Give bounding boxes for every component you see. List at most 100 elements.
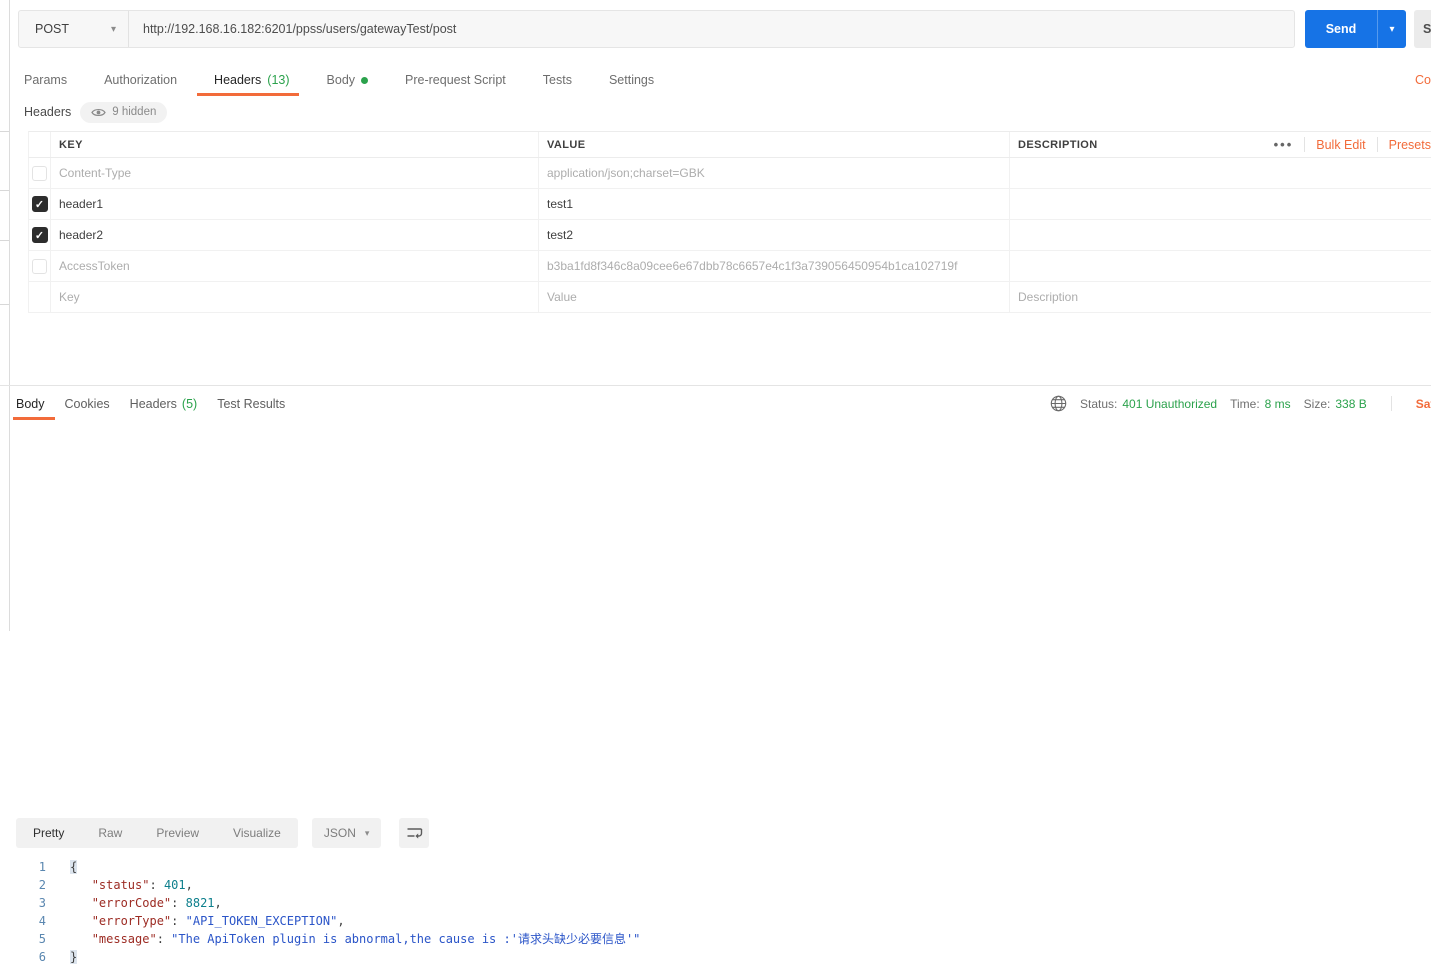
- description-cell[interactable]: Description: [1010, 282, 1431, 312]
- line-content: "errorType": "API_TOKEN_EXCEPTION",: [91, 914, 345, 928]
- divider: [1376, 137, 1378, 152]
- code-line: 3 "errorCode": 8821,: [0, 894, 1431, 912]
- value-cell[interactable]: Value: [539, 282, 1010, 312]
- request-tab-authorization[interactable]: Authorization: [104, 73, 177, 87]
- response-tab-headers[interactable]: Headers (5): [130, 397, 198, 411]
- description-cell[interactable]: [1010, 220, 1431, 250]
- response-tab-cookies[interactable]: Cookies: [65, 397, 110, 411]
- url-input[interactable]: http://192.168.16.182:6201/ppss/users/ga…: [129, 11, 1294, 47]
- header-row: ✓ header1 test1: [28, 189, 1431, 220]
- tab-label: Test Results: [217, 396, 286, 411]
- send-label: Send: [1325, 22, 1357, 36]
- request-tab-headers[interactable]: Headers (13): [196, 73, 300, 96]
- wrap-lines-button[interactable]: [399, 818, 430, 848]
- response-tab-test-results[interactable]: Test Results: [217, 397, 285, 411]
- view-tab-visualize[interactable]: Visualize: [216, 818, 298, 848]
- code-line: 1 {: [0, 858, 1431, 876]
- tab-label: Settings: [608, 73, 655, 87]
- format-select[interactable]: JSON ▾: [311, 818, 382, 848]
- request-tab-tests[interactable]: Tests: [543, 73, 572, 87]
- tab-label: Params: [24, 73, 68, 87]
- tab-label: Headers: [129, 396, 177, 411]
- time-label: Time:: [1230, 396, 1260, 411]
- header-row: ✓ header2 test2: [28, 220, 1431, 251]
- divider: [1304, 137, 1306, 152]
- bulk-edit-link[interactable]: Bulk Edit: [1316, 138, 1365, 152]
- view-tab-raw[interactable]: Raw: [81, 818, 139, 848]
- row-checkbox[interactable]: ✓: [31, 227, 48, 243]
- select-all-cell: [29, 132, 51, 157]
- line-content: "errorCode": 8821,: [91, 896, 222, 910]
- tab-count: (5): [181, 396, 198, 411]
- save-response-button[interactable]: Save Response: [1416, 397, 1431, 411]
- request-tab-settings[interactable]: Settings: [609, 73, 654, 87]
- view-tab-pretty[interactable]: Pretty: [16, 818, 81, 848]
- tab-label: Authorization: [104, 73, 178, 87]
- method-select[interactable]: POST ▾: [19, 11, 129, 47]
- request-tab-pre-request-script[interactable]: Pre-request Script: [405, 73, 506, 87]
- send-options-chevron-down-icon[interactable]: ▾: [1377, 10, 1406, 48]
- header-row: Content-Type application/json;charset=GB…: [28, 158, 1431, 189]
- presets-link[interactable]: Presets: [1389, 138, 1431, 152]
- save-request-button[interactable]: Save: [1414, 10, 1431, 48]
- code-line: 4 "errorType": "API_TOKEN_EXCEPTION",: [0, 912, 1431, 930]
- key-cell[interactable]: Content-Type: [51, 158, 539, 188]
- row-checkbox[interactable]: ✓: [31, 196, 48, 212]
- key-cell[interactable]: header2: [51, 220, 539, 250]
- request-tab-params[interactable]: Params: [24, 73, 67, 87]
- description-cell[interactable]: [1010, 158, 1431, 188]
- headers-table-body: Content-Type application/json;charset=GB…: [28, 158, 1431, 313]
- view-tab-preview[interactable]: Preview: [139, 818, 216, 848]
- header-row: Key Value Description: [28, 282, 1431, 313]
- size-value: 338 B: [1335, 396, 1367, 411]
- network-globe-icon[interactable]: [1050, 395, 1067, 412]
- description-cell[interactable]: [1010, 251, 1431, 281]
- value-cell[interactable]: test2: [539, 220, 1010, 250]
- pane-divider-tick: [0, 304, 9, 305]
- chevron-down-icon: ▾: [110, 23, 116, 35]
- header-controls: ••• Bulk Edit Presets: [1274, 137, 1431, 152]
- green-dot-icon: [361, 76, 369, 84]
- row-checkbox[interactable]: [32, 165, 47, 181]
- tab-label: Pre-request Script: [405, 73, 506, 87]
- request-tab-body[interactable]: Body: [327, 73, 369, 87]
- headers-table: KEY VALUE DESCRIPTION ••• Bulk Edit Pres…: [28, 131, 1431, 313]
- line-number: 4: [38, 914, 46, 928]
- send-button[interactable]: Send ▾: [1305, 10, 1406, 48]
- url-text: http://192.168.16.182:6201/ppss/users/ga…: [143, 22, 457, 36]
- line-content: {: [70, 860, 78, 874]
- response-view-toolbar: Pretty Raw Preview Visualize JSON ▾: [16, 818, 430, 848]
- tab-label: Body: [16, 396, 45, 411]
- key-cell[interactable]: AccessToken: [51, 251, 539, 281]
- value-cell[interactable]: b3ba1fd8f346c8a09cee6e67dbb78c6657e4c1f3…: [539, 251, 1010, 281]
- wrap-lines-icon: [407, 828, 423, 839]
- key-cell[interactable]: Key: [51, 282, 539, 312]
- chevron-down-icon: ▾: [364, 827, 370, 838]
- more-options-icon[interactable]: •••: [1274, 137, 1294, 152]
- divider: [1390, 396, 1392, 411]
- eye-icon: [91, 108, 106, 116]
- url-bar: POST ▾ http://192.168.16.182:6201/ppss/u…: [18, 10, 1295, 48]
- column-value: VALUE: [539, 132, 1010, 157]
- view-mode-segmented-control: Pretty Raw Preview Visualize: [16, 818, 298, 848]
- value-cell[interactable]: application/json;charset=GBK: [539, 158, 1010, 188]
- response-tab-body[interactable]: Body: [13, 396, 54, 420]
- tab-count: (13): [267, 73, 290, 87]
- size-label: Size:: [1303, 396, 1331, 411]
- value-cell[interactable]: test1: [539, 189, 1010, 219]
- column-key: KEY: [51, 132, 539, 157]
- request-tabs: Params Authorization Headers (13) Body P…: [24, 66, 654, 96]
- tab-label: Body: [326, 73, 356, 87]
- headers-section-title: Headers: [24, 105, 72, 119]
- key-cell[interactable]: header1: [51, 189, 539, 219]
- code-line: 6 }: [0, 948, 1431, 966]
- time-value: 8 ms: [1264, 396, 1291, 411]
- description-cell[interactable]: [1010, 189, 1431, 219]
- row-checkbox[interactable]: [32, 258, 47, 274]
- status-label: Status:: [1080, 396, 1118, 411]
- line-content: }: [70, 950, 78, 964]
- line-number: 2: [38, 878, 46, 892]
- hidden-headers-toggle[interactable]: 9 hidden: [80, 101, 168, 123]
- response-body-code[interactable]: 1 { 2 "status": 401, 3 "errorCode": 8821…: [0, 858, 1431, 966]
- cookies-link[interactable]: Cookies: [1415, 73, 1431, 87]
